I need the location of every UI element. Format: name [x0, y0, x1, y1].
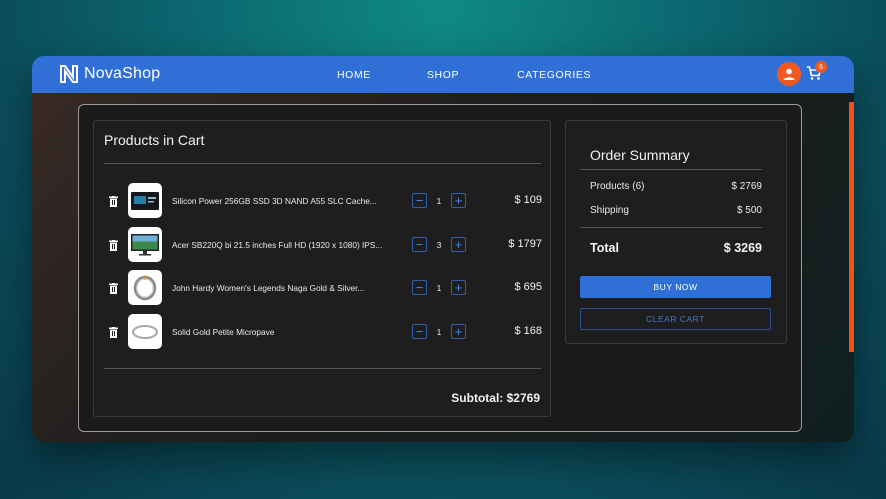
- plus-icon: +: [454, 237, 463, 252]
- cart-header-divider: [104, 163, 541, 164]
- user-icon: [783, 68, 795, 80]
- ssd-image-icon: [131, 191, 159, 210]
- brand-name: NovaShop: [84, 65, 161, 82]
- summary-total-label: Total: [590, 241, 619, 255]
- summary-products-label: Products (6): [590, 181, 645, 192]
- nav-categories-link[interactable]: CATEGORIES: [517, 69, 591, 81]
- quantity-value: 3: [436, 240, 442, 250]
- minus-icon: −: [415, 193, 424, 208]
- product-thumbnail[interactable]: [128, 314, 162, 349]
- increase-quantity-button[interactable]: +: [451, 237, 466, 252]
- summary-shipping-value: $ 500: [736, 205, 762, 216]
- product-name[interactable]: Silicon Power 256GB SSD 3D NAND A55 SLC …: [172, 196, 377, 206]
- account-button[interactable]: [777, 62, 801, 86]
- quantity-value: 1: [436, 283, 442, 293]
- quantity-value: 1: [436, 196, 442, 206]
- cart-item: Silicon Power 256GB SSD 3D NAND A55 SLC …: [94, 183, 552, 219]
- item-price: $ 168: [514, 325, 542, 337]
- cart-subtotal: Subtotal: $2769: [451, 391, 540, 405]
- quantity-value: 1: [436, 327, 442, 337]
- cart-title: Products in Cart: [104, 132, 205, 148]
- novashop-logo-icon: [60, 65, 78, 83]
- brand-logo[interactable]: NovaShop: [59, 64, 160, 84]
- minus-icon: −: [415, 237, 424, 252]
- delete-icon[interactable]: [109, 196, 118, 207]
- increase-quantity-button[interactable]: +: [451, 280, 466, 295]
- navbar: NovaShop HOME SHOP CATEGORIES 6: [32, 56, 854, 93]
- minus-icon: −: [415, 280, 424, 295]
- cart-item: Acer SB220Q bi 21.5 inches Full HD (1920…: [94, 227, 552, 263]
- summary-products-value: $ 2769: [731, 181, 762, 192]
- cart-panel: Products in Cart Silicon Power 256GB SSD…: [93, 120, 551, 417]
- product-name[interactable]: Acer SB220Q bi 21.5 inches Full HD (1920…: [172, 240, 382, 250]
- summary-products-row: Products (6) $ 2769: [590, 181, 762, 192]
- cart-count-badge: 6: [815, 61, 827, 73]
- buy-now-button[interactable]: BUY NOW: [580, 276, 771, 298]
- increase-quantity-button[interactable]: +: [451, 193, 466, 208]
- delete-icon[interactable]: [109, 327, 118, 338]
- nav-home-link[interactable]: HOME: [337, 69, 371, 81]
- summary-shipping-label: Shipping: [590, 205, 629, 216]
- summary-header-divider: [580, 169, 762, 170]
- cart-item: Solid Gold Petite Micropave − 1 + $ 168: [94, 314, 552, 350]
- decrease-quantity-button[interactable]: −: [412, 280, 427, 295]
- order-summary-panel: Order Summary Products (6) $ 2769 Shippi…: [565, 120, 787, 344]
- delete-icon[interactable]: [109, 240, 118, 251]
- order-summary-title: Order Summary: [590, 147, 690, 163]
- cart-page-container: Products in Cart Silicon Power 256GB SSD…: [78, 104, 802, 432]
- ring-image-icon: [132, 324, 158, 339]
- minus-icon: −: [415, 324, 424, 339]
- cart-item: John Hardy Women's Legends Naga Gold & S…: [94, 270, 552, 306]
- plus-icon: +: [454, 193, 463, 208]
- delete-icon[interactable]: [109, 283, 118, 294]
- decrease-quantity-button[interactable]: −: [412, 324, 427, 339]
- plus-icon: +: [454, 280, 463, 295]
- plus-icon: +: [454, 324, 463, 339]
- nav-shop-link[interactable]: SHOP: [427, 69, 459, 81]
- product-name[interactable]: Solid Gold Petite Micropave: [172, 327, 274, 337]
- summary-shipping-row: Shipping $ 500: [590, 205, 762, 216]
- monitor-image-icon: [131, 233, 159, 255]
- nav-links: HOME SHOP CATEGORIES: [337, 56, 591, 93]
- bracelet-image-icon: [133, 275, 157, 300]
- summary-total-row: Total $ 3269: [590, 241, 762, 255]
- product-thumbnail[interactable]: [128, 183, 162, 218]
- increase-quantity-button[interactable]: +: [451, 324, 466, 339]
- summary-total-value: $ 3269: [723, 241, 762, 255]
- item-price: $ 1797: [508, 238, 542, 250]
- decrease-quantity-button[interactable]: −: [412, 237, 427, 252]
- app-window: NovaShop HOME SHOP CATEGORIES 6 Products…: [32, 56, 854, 442]
- clear-cart-button[interactable]: CLEAR CART: [580, 308, 771, 330]
- scrollbar[interactable]: [849, 102, 854, 352]
- cart-footer-divider: [104, 368, 541, 369]
- item-price: $ 695: [514, 281, 542, 293]
- product-thumbnail[interactable]: [128, 270, 162, 305]
- summary-total-divider: [580, 227, 762, 228]
- product-thumbnail[interactable]: [128, 227, 162, 262]
- product-name[interactable]: John Hardy Women's Legends Naga Gold & S…: [172, 283, 364, 293]
- item-price: $ 109: [514, 194, 542, 206]
- decrease-quantity-button[interactable]: −: [412, 193, 427, 208]
